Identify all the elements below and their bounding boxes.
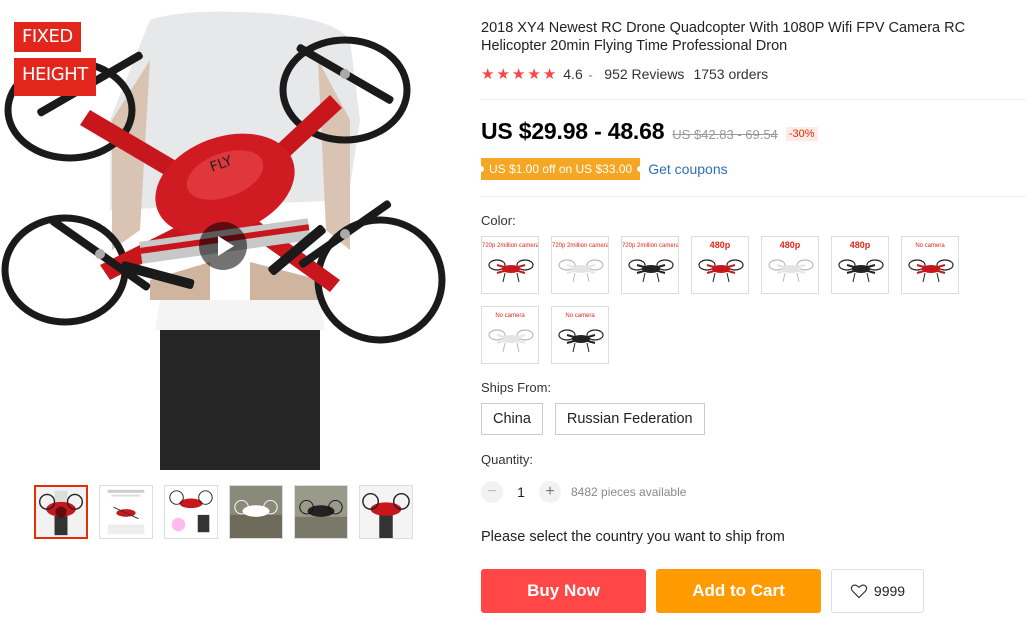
color-swatch[interactable]: No camera: [901, 236, 959, 294]
star-icon: ★: [481, 65, 495, 83]
thumbnail-item[interactable]: [229, 485, 283, 539]
quantity-increase-button[interactable]: +: [539, 481, 561, 503]
wishlist-button[interactable]: 9999: [831, 569, 924, 613]
swatch-caption: No camera: [495, 313, 525, 319]
wishlist-count: 9999: [873, 583, 906, 599]
thumbnail-item[interactable]: [294, 485, 348, 539]
swatch-caption: No camera: [565, 313, 595, 319]
color-swatch[interactable]: 720p 2million camera: [551, 236, 609, 294]
height-badge: HEIGHT: [14, 58, 96, 96]
color-swatch[interactable]: 480p: [761, 236, 819, 294]
original-price: US $42.83 - 69.54: [672, 127, 778, 142]
star-rating[interactable]: ★ ★ ★ ★ ★: [481, 67, 556, 82]
star-icon: ★: [511, 65, 526, 83]
divider: [481, 196, 1026, 197]
drone-icon: [558, 329, 604, 353]
drone-icon: [488, 329, 534, 353]
discount-badge: -30%: [785, 127, 818, 141]
fixed-badge: FIXED: [14, 22, 81, 52]
reviews-link[interactable]: 952 Reviews: [604, 66, 684, 82]
thumbnail-item[interactable]: [34, 485, 88, 539]
ship-option-china[interactable]: China: [481, 403, 543, 435]
ship-notice: Please select the country you want to sh…: [481, 529, 785, 545]
swatch-caption: 480p: [709, 240, 731, 250]
color-swatch[interactable]: 480p: [691, 236, 749, 294]
rating-value[interactable]: 4.6: [563, 66, 582, 82]
drone-icon: [838, 259, 884, 283]
ships-from-label: Ships From:: [481, 380, 552, 395]
color-swatch[interactable]: No camera: [481, 306, 539, 364]
thumbnail-item[interactable]: [359, 485, 413, 539]
quantity-input[interactable]: 1: [503, 484, 539, 500]
divider: [481, 99, 1026, 100]
quantity-label: Quantity:: [481, 452, 534, 467]
quantity-decrease-button[interactable]: −: [481, 481, 503, 503]
drone-icon: [768, 259, 814, 283]
color-options: 720p 2million camera 720p 2million camera…: [481, 236, 971, 364]
swatch-caption: No camera: [915, 243, 945, 249]
thumbnail-item[interactable]: [164, 485, 218, 539]
swatch-caption: 480p: [779, 240, 801, 250]
coupon-row: US $1.00 off on US $33.00 Get coupons: [477, 158, 728, 180]
swatch-caption: 720p 2million camera: [622, 243, 679, 249]
orders-count: 1753 orders: [693, 66, 769, 82]
coupon-tag[interactable]: US $1.00 off on US $33.00: [477, 158, 644, 180]
drone-icon: [698, 259, 744, 283]
ships-from-options: China Russian Federation: [481, 403, 705, 435]
color-label: Color:: [481, 213, 516, 228]
chevron-down-icon[interactable]: ⌄: [587, 69, 595, 80]
color-swatch[interactable]: 720p 2million camera: [481, 236, 539, 294]
price-row: US $29.98 - 48.68 US $42.83 - 69.54 -30%: [481, 118, 818, 145]
get-coupons-link[interactable]: Get coupons: [648, 161, 727, 177]
quantity-stepper: − 1 + 8482 pieces available: [481, 481, 686, 503]
product-main-image[interactable]: FLY FIXED HEIGHT: [0, 0, 462, 470]
drone-icon: [558, 259, 604, 283]
star-icon: ★: [527, 65, 541, 83]
drone-icon: [908, 259, 954, 283]
buy-now-button[interactable]: Buy Now: [481, 569, 646, 613]
stock-available: 8482 pieces available: [571, 485, 687, 499]
color-swatch[interactable]: 480p: [831, 236, 889, 294]
drone-icon: [488, 259, 534, 283]
thumbnail-item[interactable]: [99, 485, 153, 539]
rating-row: ★ ★ ★ ★ ★ 4.6 ⌄ 952 Reviews 1753 orders: [481, 66, 768, 82]
swatch-caption: 720p 2million camera: [482, 243, 539, 249]
drone-icon: [628, 259, 674, 283]
swatch-caption: 720p 2million camera: [552, 243, 609, 249]
color-swatch[interactable]: 720p 2million camera: [621, 236, 679, 294]
ship-option-russia[interactable]: Russian Federation: [554, 403, 705, 435]
action-buttons: Buy Now Add to Cart 9999: [481, 569, 924, 613]
swatch-caption: 480p: [849, 240, 871, 250]
heart-icon: [850, 584, 868, 599]
star-icon: ★: [542, 65, 557, 83]
add-to-cart-button[interactable]: Add to Cart: [656, 569, 821, 613]
product-title: 2018 XY4 Newest RC Drone Quadcopter With…: [481, 20, 966, 54]
current-price: US $29.98 - 48.68: [481, 118, 665, 144]
video-play-icon[interactable]: [199, 222, 247, 270]
color-swatch[interactable]: No camera: [551, 306, 609, 364]
star-icon: ★: [496, 65, 510, 83]
thumbnail-strip: [34, 485, 413, 539]
